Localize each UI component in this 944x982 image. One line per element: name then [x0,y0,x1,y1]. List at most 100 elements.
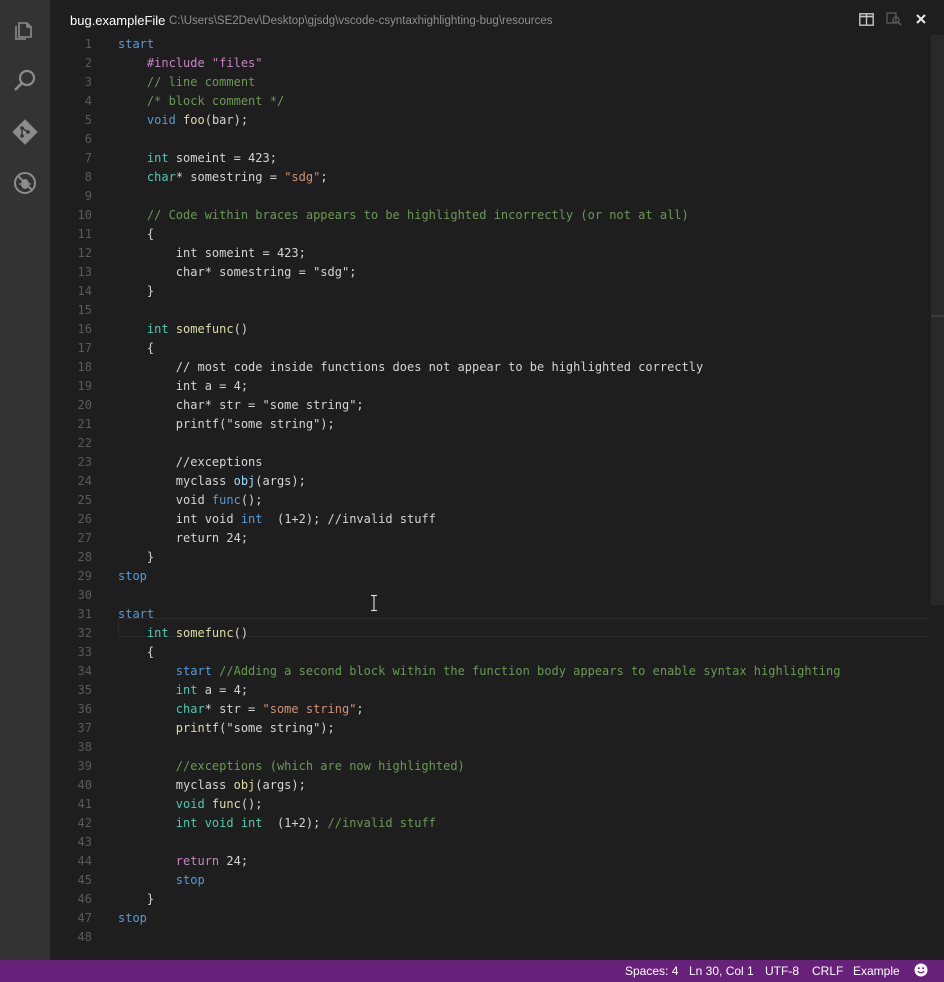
code-line[interactable]: 29 stop [50,567,930,586]
git-button[interactable] [0,107,50,157]
code-editor[interactable]: 1 start 2 #include "files" 3 // line commen… [50,35,930,960]
code-line[interactable]: 35 int a = 4; [50,681,930,700]
line-number: 31 [77,607,92,621]
code-token: { [118,227,155,241]
code-line[interactable]: 32 int somefunc() [50,624,930,643]
smiley-icon [914,963,928,977]
split-editor-button[interactable] [857,10,875,28]
scrollbar-thumb[interactable] [931,35,944,605]
code-line[interactable]: 24 myclass obj(args); [50,472,930,491]
code-token: obj [233,778,256,792]
editor-title-bar: bug.exampleFile C:\Users\SE2Dev\Desktop\… [50,0,944,35]
line-number: 7 [84,151,92,165]
line-number: 22 [77,436,92,450]
feedback-button[interactable] [914,963,928,980]
code-line[interactable]: 23 //exceptions [50,453,930,472]
explorer-button[interactable] [0,5,50,55]
code-line[interactable]: 17 { [50,339,930,358]
line-number: 1 [84,37,92,51]
file-name[interactable]: bug.exampleFile [70,13,165,28]
code-token: { [118,645,155,659]
code-line[interactable]: 42 int void int (1+2); //invalid stuff [50,814,930,833]
code-token: /* block comment */ [146,94,285,108]
close-editor-button[interactable] [912,10,930,28]
line-code: return 24; [118,529,248,548]
code-token: 24; [226,854,249,868]
line-number: 13 [77,265,92,279]
debug-button[interactable] [0,158,50,208]
code-line[interactable]: 1 start [50,35,930,54]
code-line[interactable]: 45 stop [50,871,930,890]
status-encoding[interactable]: UTF-8 [765,964,799,978]
code-token: func [211,493,241,507]
code-line[interactable]: 15 [50,301,930,320]
code-line[interactable]: 26 int void int (1+2); //invalid stuff [50,510,930,529]
code-line[interactable]: 44 return 24; [50,852,930,871]
code-line[interactable]: 41 void func(); [50,795,930,814]
code-line[interactable]: 10 // Code within braces appears to be h… [50,206,930,225]
line-number: 34 [77,664,92,678]
code-line[interactable]: 21 printf("some string"); [50,415,930,434]
code-line[interactable]: 14 } [50,282,930,301]
code-line[interactable]: 2 #include "files" [50,54,930,73]
status-eol[interactable]: CRLF [812,964,843,978]
code-line[interactable]: 7 int someint = 423; [50,149,930,168]
code-line[interactable]: 38 [50,738,930,757]
line-code: char* somestring = "sdg"; [118,263,357,282]
open-changes-button[interactable] [885,10,903,28]
code-line[interactable]: 11 { [50,225,930,244]
code-line[interactable]: 39 //exceptions (which are now highlight… [50,757,930,776]
code-line[interactable]: 20 char* str = "some string"; [50,396,930,415]
code-line[interactable]: 47 stop [50,909,930,928]
code-line[interactable]: 9 [50,187,930,206]
code-line[interactable]: 48 [50,928,930,947]
status-spaces[interactable]: Spaces: 4 [625,964,678,978]
code-line[interactable]: 3 // line comment [50,73,930,92]
code-line[interactable]: 27 return 24; [50,529,930,548]
code-line[interactable]: 30 [50,586,930,605]
status-position[interactable]: Ln 30, Col 1 [689,964,754,978]
code-line[interactable]: 34 start //Adding a second block within … [50,662,930,681]
code-line[interactable]: 5 void foo(bar); [50,111,930,130]
code-line[interactable]: 16 int somefunc() [50,320,930,339]
line-code: int someint = 423; [118,149,277,168]
status-bar: Spaces: 4 Ln 30, Col 1 UTF-8 CRLF Exampl… [0,960,944,982]
line-number: 33 [77,645,92,659]
code-token: } [118,284,155,298]
code-line[interactable]: 8 char* somestring = "sdg"; [50,168,930,187]
code-token: printf [175,721,220,735]
line-code: // line comment [118,73,255,92]
code-line[interactable]: 36 char* str = "some string"; [50,700,930,719]
code-line[interactable]: 43 [50,833,930,852]
line-number: 30 [77,588,92,602]
code-line[interactable]: 31 start [50,605,930,624]
line-number: 8 [84,170,92,184]
code-line[interactable]: 6 [50,130,930,149]
search-button[interactable] [0,56,50,106]
status-language[interactable]: Example [853,964,900,978]
code-line[interactable]: 28 } [50,548,930,567]
line-number: 23 [77,455,92,469]
code-line[interactable]: 13 char* somestring = "sdg"; [50,263,930,282]
code-token: "some string" [262,702,357,716]
line-code: start //Adding a second block within the… [118,662,841,681]
code-line[interactable]: 46 } [50,890,930,909]
code-line[interactable]: 33 { [50,643,930,662]
code-line[interactable]: 12 int someint = 423; [50,244,930,263]
code-line[interactable]: 18 // most code inside functions does no… [50,358,930,377]
code-line[interactable]: 22 [50,434,930,453]
code-token: start [175,664,220,678]
code-line[interactable]: 19 int a = 4; [50,377,930,396]
code-line[interactable]: 4 /* block comment */ [50,92,930,111]
code-token: ("some string"); [219,721,335,735]
code-token: myclass [118,778,234,792]
code-line[interactable]: 37 printf("some string"); [50,719,930,738]
code-token: ; [356,702,364,716]
line-number: 10 [77,208,92,222]
code-line[interactable]: 25 void func(); [50,491,930,510]
code-line[interactable]: 40 myclass obj(args); [50,776,930,795]
